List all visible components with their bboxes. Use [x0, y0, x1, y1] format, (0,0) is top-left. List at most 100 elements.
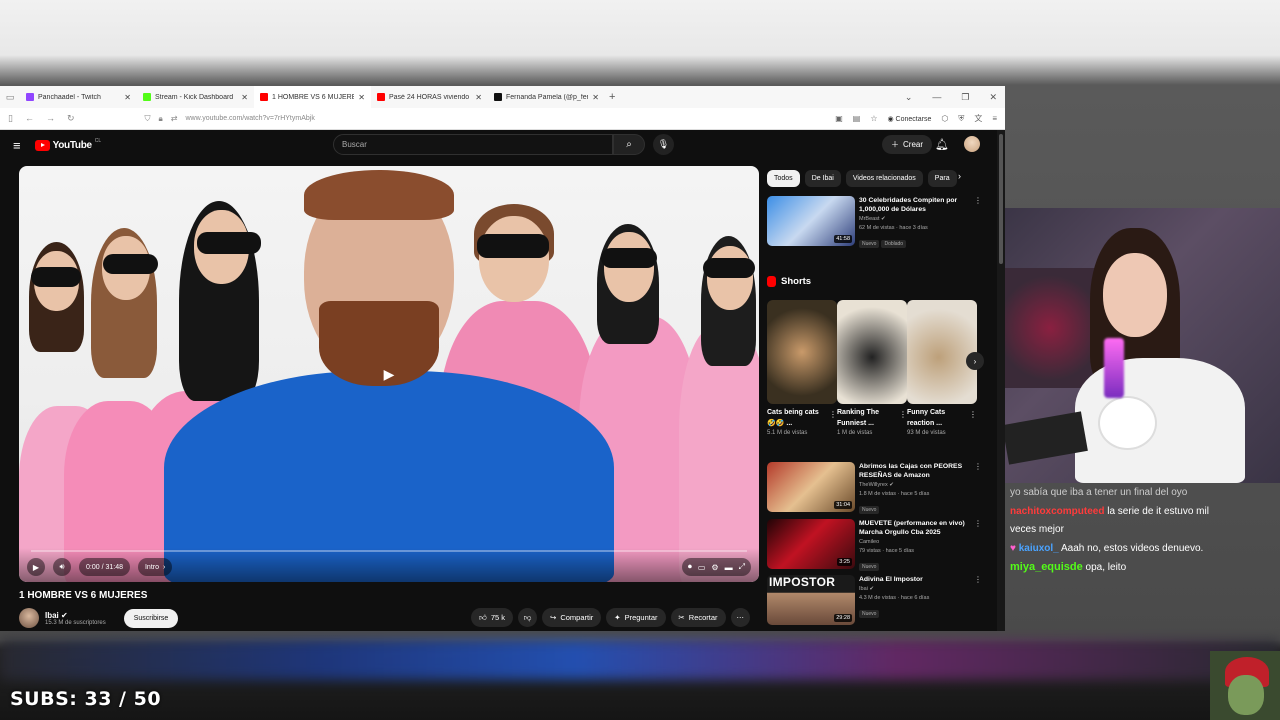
youtube-icon [377, 93, 385, 101]
connect-button[interactable]: ◉ Conectarse [887, 115, 931, 123]
tab-twitch[interactable]: Panchaadel - Twitch ✕ [20, 86, 137, 108]
extensions-icon[interactable]: ⬡ [941, 114, 948, 123]
reader-icon[interactable]: ▤ [853, 114, 861, 123]
url-field[interactable]: www.youtube.com/watch?v=7rHYtymAbjk [185, 115, 314, 122]
star-icon[interactable]: ☆ [870, 114, 877, 123]
chevron-down-icon[interactable]: ⌄ [905, 92, 913, 103]
chat-message: veces mejor [1010, 524, 1064, 535]
more-vert-icon[interactable]: ⋮ [974, 462, 982, 516]
short-item[interactable]: Funny Cats reaction ... 93 M de vistas ⋮ [907, 300, 977, 436]
short-views: 5.1 M de vistas [767, 430, 808, 436]
more-vert-icon[interactable]: ⋮ [829, 410, 837, 419]
tab-title: Stream - Kick Dashboard [155, 93, 234, 101]
tab-youtube-active[interactable]: 1 HOMBRE VS 6 MUJERES - YouTube ✕ [254, 86, 371, 108]
reload-icon[interactable]: ↻ [67, 113, 75, 124]
short-item[interactable]: Ranking The Funniest ... 1 M de vistas ⋮ [837, 300, 907, 436]
thumbs-up-icon: 👍︎ [479, 612, 487, 622]
tab-kick[interactable]: Stream - Kick Dashboard ✕ [137, 86, 254, 108]
volume-icon[interactable]: 🔊︎ [53, 558, 71, 576]
close-icon[interactable]: ✕ [241, 93, 248, 102]
more-actions-button[interactable]: ⋯ [730, 608, 750, 627]
dislike-button[interactable]: 👎︎ [518, 608, 538, 627]
chevron-right-icon[interactable]: › [966, 352, 984, 370]
more-vert-icon[interactable]: ⋮ [974, 196, 982, 250]
more-vert-icon[interactable]: ⋮ [974, 519, 982, 573]
more-vert-icon[interactable]: ⋮ [969, 410, 977, 419]
tab-bar: ▭ Panchaadel - Twitch ✕ Stream - Kick Da… [0, 86, 1005, 108]
hamburger-icon[interactable]: ≡ [13, 138, 21, 153]
play-button[interactable]: ▶ [27, 558, 45, 576]
window-menu-icon[interactable]: ▭ [0, 92, 20, 103]
account-avatar[interactable] [964, 136, 980, 152]
close-icon[interactable]: ✕ [592, 93, 599, 102]
shield-ext-icon[interactable]: ⛨ [958, 114, 964, 124]
chip-related[interactable]: Videos relacionados [845, 170, 923, 187]
rec-stats: 4.3 M de vistas · hace 6 días [859, 595, 930, 601]
youtube-logo[interactable]: YouTube CL [34, 138, 101, 151]
chip-for-you[interactable]: Para [927, 170, 957, 187]
fullscreen-icon[interactable]: ⤢ [739, 562, 745, 572]
clip-button[interactable]: ✂ Recortar [670, 608, 726, 627]
tab-tiktok[interactable]: Fernanda Pamela (@p_fern ✕ [488, 86, 605, 108]
more-vert-icon[interactable]: ⋮ [974, 575, 982, 625]
autoplay-toggle[interactable]: ⏺ [688, 562, 692, 572]
ask-button[interactable]: ✦ Preguntar [606, 608, 666, 627]
short-item[interactable]: Cats being cats 🤣🤣 ... 5.1 M de vistas ⋮ [767, 300, 837, 436]
translate-icon[interactable]: 文 [974, 113, 982, 124]
blindfold [601, 248, 657, 268]
video-player[interactable]: ▶ ▶ 🔊︎ 0:00 / 31:48 Intro › ⏺ ▭ ⚙ ▬ ⤢ [19, 166, 759, 582]
close-icon[interactable]: ✕ [124, 93, 131, 102]
close-icon[interactable]: ✕ [358, 93, 365, 102]
person-head [479, 216, 549, 302]
lock-icon[interactable]: 🔒︎ [159, 114, 163, 124]
search-button[interactable]: ⌕ [613, 134, 645, 155]
blindfold [103, 254, 158, 274]
new-tab-plus-icon[interactable]: + [609, 91, 615, 103]
tab-youtube-2[interactable]: Pasé 24 HORAS viviendo el LUJO ✕ [371, 86, 488, 108]
page-scrollbar[interactable] [997, 130, 1005, 631]
subscribe-button[interactable]: Suscribirse [123, 608, 179, 628]
search-input[interactable]: Buscar [333, 134, 613, 155]
progress-bar[interactable] [31, 550, 747, 552]
recommended-video[interactable]: IMPOSTOR 29:28 Adivina El Impostor Ibai … [767, 575, 982, 625]
chip-from-ibai[interactable]: De Ibai [804, 170, 841, 187]
scissors-icon: ✂ [678, 613, 685, 622]
share-button[interactable]: ↪ Compartir [542, 608, 602, 627]
video-thumbnail: 3:25 [767, 519, 855, 569]
play-overlay-icon[interactable]: ▶ [377, 362, 401, 386]
channel-name[interactable]: Ibai ✔ [45, 611, 106, 620]
recommended-video[interactable]: 41:58 30 Celebridades Compiten por 1,000… [767, 196, 982, 250]
create-button[interactable]: ＋ Crear [882, 135, 933, 154]
search-icon: ⌕ [626, 139, 632, 150]
scrollbar-thumb[interactable] [999, 134, 1003, 264]
window-controls: ⌄ — ❐ ✕ [905, 86, 997, 108]
restore-icon[interactable]: ❐ [961, 92, 969, 103]
more-vert-icon[interactable]: ⋮ [899, 410, 907, 419]
youtube-header: ≡ YouTube CL Buscar ⌕ 🎙︎ ＋ Crear 🔔︎ [0, 130, 1005, 160]
minimize-icon[interactable]: — [932, 92, 941, 102]
chevron-right-icon[interactable]: › [958, 171, 961, 181]
recommended-video[interactable]: 31:04 Abrimos las Cajas con PEORES RESEÑ… [767, 462, 982, 516]
like-button[interactable]: 👍︎ 75 k [471, 608, 514, 627]
back-icon[interactable]: ← [25, 113, 34, 124]
chapter-button[interactable]: Intro › [137, 558, 173, 576]
sidebar-toggle-icon[interactable]: ▯ [8, 113, 13, 124]
theater-mode-icon[interactable]: ▬ [725, 563, 733, 572]
verified-icon: ✔ [881, 216, 886, 222]
subtitles-icon[interactable]: ▭ [698, 563, 706, 572]
notifications-bell-icon[interactable]: 🔔︎ [935, 138, 949, 151]
permissions-icon[interactable]: ⇄ [171, 114, 178, 124]
channel-avatar[interactable] [19, 608, 39, 628]
menu-icon[interactable]: ≡ [992, 114, 997, 123]
settings-gear-icon[interactable]: ⚙ [711, 563, 718, 572]
close-window-icon[interactable]: ✕ [989, 92, 997, 103]
close-icon[interactable]: ✕ [475, 93, 482, 102]
recommended-video[interactable]: 3:25 MUEVETE (performance en vivo) March… [767, 519, 982, 573]
shield-icon[interactable]: ⛉ [145, 114, 151, 124]
chip-all[interactable]: Todos [767, 170, 800, 187]
blindfold [31, 267, 81, 287]
backdrop-band [0, 640, 1280, 680]
forward-icon[interactable]: → [46, 113, 55, 124]
microphone-button[interactable]: 🎙︎ [653, 134, 674, 155]
pip-icon[interactable]: ▣ [835, 114, 843, 123]
